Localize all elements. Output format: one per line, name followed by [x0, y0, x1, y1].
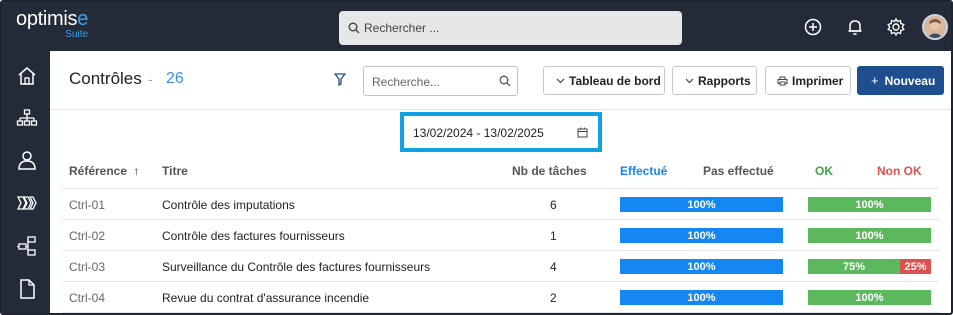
column-header-done[interactable]: Effectué [620, 164, 667, 178]
page-title: Contrôles [69, 69, 142, 88]
chevron-down-icon [556, 78, 565, 83]
cell-reference: Ctrl-02 [69, 229, 106, 243]
column-header-title[interactable]: Titre [162, 164, 188, 178]
top-bar: optimise Suite Rechercher ... [2, 2, 951, 51]
cell-title: Surveillance du Contrôle des factures fo… [162, 260, 431, 274]
controls-search-placeholder: Recherche... [372, 75, 441, 89]
table-row[interactable]: Ctrl-01 Contrôle des imputations 6 100% 100% [62, 189, 939, 220]
title-separator: - [148, 71, 153, 87]
global-search-placeholder: Rechercher ... [364, 21, 440, 35]
not-ok-progress-bar: 25% [900, 259, 931, 274]
app-window: optimise Suite Rechercher ... Contrôles … [0, 0, 953, 315]
logo-subtitle: Suite [65, 29, 89, 40]
print-button[interactable]: Imprimer [765, 66, 851, 95]
done-progress-bar: 100% [620, 290, 783, 305]
table-row[interactable]: Ctrl-04 Revue du contrat d'assurance ince… [62, 282, 939, 313]
new-button[interactable]: + Nouveau [857, 66, 944, 95]
controls-search-input[interactable]: Recherche... [363, 66, 518, 96]
user-icon[interactable] [16, 149, 38, 171]
cell-task-count: 6 [550, 198, 557, 212]
settings-icon[interactable] [886, 17, 906, 37]
user-avatar[interactable] [922, 14, 948, 40]
ok-progress-bar: 100% [808, 197, 931, 212]
column-header-reference[interactable]: Référence ↑ [69, 164, 139, 178]
cell-reference: Ctrl-01 [69, 198, 106, 212]
sidebar [2, 51, 50, 313]
cell-reference: Ctrl-04 [69, 291, 106, 305]
column-header-not-done[interactable]: Pas effectué [703, 164, 774, 178]
printer-icon [777, 76, 788, 85]
dashboard-button-label: Tableau de bord [569, 73, 661, 88]
done-progress-bar: 100% [620, 228, 783, 243]
chevron-down-icon [685, 78, 694, 83]
global-search-input[interactable]: Rechercher ... [339, 11, 682, 45]
main-content: Contrôles - 26 Recherche... Tableau de b… [50, 51, 951, 313]
column-header-not-ok[interactable]: Non OK [877, 164, 922, 178]
column-header-tasks[interactable]: Nb de tâches [512, 164, 587, 178]
date-range-value: 13/02/2024 - 13/02/2025 [413, 126, 544, 140]
column-header-ok[interactable]: OK [815, 164, 833, 178]
sort-ascending-icon: ↑ [133, 164, 140, 178]
cell-reference: Ctrl-03 [69, 260, 106, 274]
divider [50, 109, 951, 110]
done-progress-bar: 100% [620, 259, 783, 274]
ok-progress-bar: 75% [808, 259, 900, 274]
ok-progress-bar: 100% [808, 290, 931, 305]
new-button-label: Nouveau [884, 73, 936, 88]
cell-title: Contrôle des factures fournisseurs [162, 229, 345, 243]
cell-title: Contrôle des imputations [162, 198, 295, 212]
dashboard-dropdown-button[interactable]: Tableau de bord [543, 66, 665, 95]
process-icon[interactable] [16, 192, 38, 214]
calendar-icon [577, 127, 588, 138]
search-icon [499, 75, 511, 87]
filter-icon[interactable] [334, 73, 346, 86]
table-row[interactable]: Ctrl-03 Surveillance du Contrôle des fact… [62, 251, 939, 282]
plus-icon: + [871, 73, 879, 88]
print-button-label: Imprimer [792, 73, 844, 88]
cell-task-count: 2 [550, 291, 557, 305]
reports-button-label: Rapports [698, 73, 751, 88]
cell-task-count: 1 [550, 229, 557, 243]
date-range-picker[interactable]: 13/02/2024 - 13/02/2025 [400, 112, 602, 152]
org-chart-icon[interactable] [16, 107, 38, 129]
reports-dropdown-button[interactable]: Rapports [672, 66, 757, 95]
controls-count: 26 [166, 70, 184, 87]
app-logo[interactable]: optimise Suite [16, 9, 88, 40]
document-icon[interactable] [16, 278, 38, 300]
ok-progress-bar: 100% [808, 228, 931, 243]
cell-title: Revue du contrat d'assurance incendie [162, 291, 370, 305]
add-icon[interactable] [803, 17, 823, 37]
row-divider [62, 312, 939, 313]
table-row[interactable]: Ctrl-02 Contrôle des factures fournisseur… [62, 220, 939, 251]
cell-task-count: 4 [550, 260, 557, 274]
hierarchy-icon[interactable] [16, 235, 38, 257]
done-progress-bar: 100% [620, 197, 783, 212]
bell-icon[interactable] [845, 17, 865, 37]
search-icon [348, 22, 360, 34]
home-icon[interactable] [16, 65, 38, 87]
